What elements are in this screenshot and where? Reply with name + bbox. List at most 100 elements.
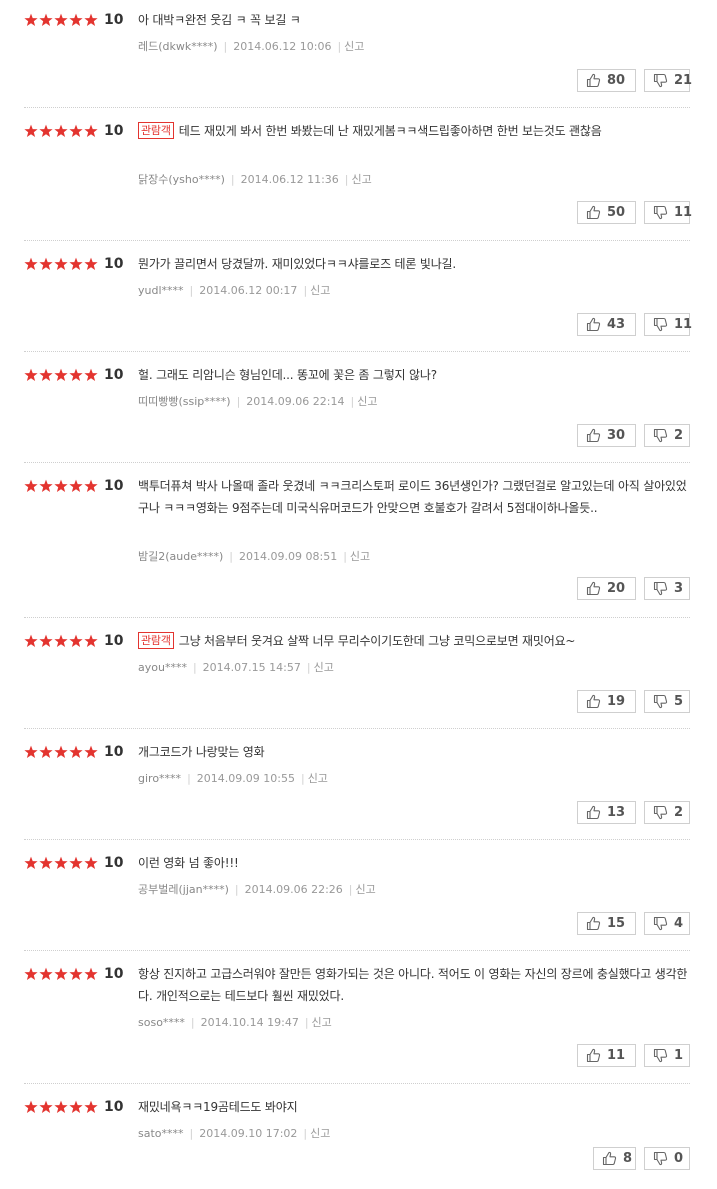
review-item: 10 백투더퓨쳐 박사 나올때 졸라 웃겼네 ㅋㅋ크리스토퍼 로이드 36년생인가… xyxy=(0,478,717,609)
star-icon xyxy=(84,368,98,381)
report-link[interactable]: 신고 xyxy=(344,40,364,53)
meta-separator: | xyxy=(306,661,311,674)
like-button[interactable]: 15 xyxy=(577,912,636,935)
like-button[interactable]: 20 xyxy=(577,577,636,600)
review-author[interactable]: ayou**** xyxy=(138,661,187,674)
review-score: 10 xyxy=(104,744,124,760)
star-icon xyxy=(39,368,53,381)
thumbs-up-icon xyxy=(602,1151,617,1166)
dislike-button[interactable]: 11 xyxy=(644,201,693,224)
like-button[interactable]: 19 xyxy=(577,690,636,713)
review-meta: 닭장수(ysho****) | 2014.06.12 11:36 | 신고 xyxy=(138,173,372,187)
thumbs-up-icon xyxy=(586,694,601,709)
star-icon xyxy=(54,856,68,869)
review-score: 10 xyxy=(104,123,124,139)
review-item: 10 뭔가가 끌리면서 당겼달까. 재미있었다ㅋㅋ샤를로즈 테론 빛나길. yudl… xyxy=(0,256,717,345)
like-count: 13 xyxy=(607,805,626,820)
like-button[interactable]: 30 xyxy=(577,424,636,447)
like-button[interactable]: 43 xyxy=(577,313,636,336)
dislike-button[interactable]: 21 xyxy=(644,69,692,92)
star-icon xyxy=(54,13,68,26)
star-icon xyxy=(39,634,53,647)
star-icon xyxy=(84,634,98,647)
review-score: 10 xyxy=(104,633,124,649)
thumbs-down-icon xyxy=(653,694,668,709)
review-author[interactable]: sato**** xyxy=(138,1127,184,1140)
review-item: 10 관람객 테드 재밌게 봐서 한번 봐봤는데 난 재밌게봄ㅋㅋ색드립좋아하면 한… xyxy=(0,120,717,233)
like-button[interactable]: 13 xyxy=(577,801,636,824)
report-link[interactable]: 신고 xyxy=(312,1016,332,1029)
star-icon xyxy=(54,1100,68,1113)
star-rating xyxy=(24,479,100,495)
dislike-count: 11 xyxy=(674,205,693,220)
meta-separator: | xyxy=(350,395,355,408)
review-text: 헐. 그래도 리암니슨 형님인데... 똥꼬에 꽃은 좀 그렇지 않나? xyxy=(138,364,693,386)
like-button[interactable]: 8 xyxy=(593,1147,636,1170)
dislike-button[interactable]: 2 xyxy=(644,424,690,447)
review-author[interactable]: 공부벌레(jjan****) xyxy=(138,883,229,896)
review-text: 개그코드가 나랑맞는 영화 xyxy=(138,741,693,763)
like-button[interactable]: 50 xyxy=(577,201,636,224)
meta-separator: | xyxy=(190,1016,195,1029)
review-body: 개그코드가 나랑맞는 영화 xyxy=(138,745,265,759)
review-text: 아 대박ㅋ완전 웃김 ㅋ 꼭 보길 ㅋ xyxy=(138,9,693,31)
dislike-count: 11 xyxy=(674,317,693,332)
dislike-button[interactable]: 4 xyxy=(644,912,690,935)
meta-separator: | xyxy=(343,550,347,563)
report-link[interactable]: 신고 xyxy=(352,173,372,186)
report-link[interactable]: 신고 xyxy=(310,284,330,297)
review-author[interactable]: giro**** xyxy=(138,772,181,785)
review-author[interactable]: soso**** xyxy=(138,1016,185,1029)
thumbs-down-icon xyxy=(653,317,668,332)
dislike-button[interactable]: 2 xyxy=(644,801,690,824)
meta-separator: | xyxy=(187,772,191,785)
meta-separator: | xyxy=(300,772,305,785)
report-link[interactable]: 신고 xyxy=(314,661,334,674)
meta-separator: | xyxy=(230,173,235,186)
review-divider xyxy=(24,728,690,729)
review-meta: soso**** | 2014.10.14 19:47 | 신고 xyxy=(138,1016,332,1030)
review-meta: 밤길2(aude****) | 2014.09.09 08:51 | 신고 xyxy=(138,550,370,564)
thumbs-down-icon xyxy=(653,205,668,220)
dislike-button[interactable]: 1 xyxy=(644,1044,690,1067)
report-link[interactable]: 신고 xyxy=(310,1127,330,1140)
review-body: 테드 재밌게 봐서 한번 봐봤는데 난 재밌게봄ㅋㅋ색드립좋아하면 한번 보는것… xyxy=(178,124,602,138)
meta-separator: | xyxy=(192,661,197,674)
review-divider xyxy=(24,617,690,618)
review-author[interactable]: 레드(dkwk****) xyxy=(138,40,218,53)
review-date: 2014.09.09 08:51 xyxy=(239,550,338,563)
review-author[interactable]: 띠띠빵빵(ssip****) xyxy=(138,395,231,408)
star-icon xyxy=(24,745,38,758)
report-link[interactable]: 신고 xyxy=(350,550,370,563)
star-icon xyxy=(54,479,68,492)
star-rating xyxy=(24,257,100,273)
review-text: 관람객 테드 재밌게 봐서 한번 봐봤는데 난 재밌게봄ㅋㅋ색드립좋아하면 한번 … xyxy=(138,120,693,142)
review-date: 2014.09.09 10:55 xyxy=(196,772,295,785)
viewer-badge: 관람객 xyxy=(138,122,174,139)
review-author[interactable]: 닭장수(ysho****) xyxy=(138,173,225,186)
dislike-button[interactable]: 11 xyxy=(644,313,693,336)
star-icon xyxy=(54,124,68,137)
review-date: 2014.09.10 17:02 xyxy=(199,1127,298,1140)
thumbs-down-icon xyxy=(653,805,668,820)
like-button[interactable]: 80 xyxy=(577,69,636,92)
review-divider xyxy=(24,462,690,463)
star-icon xyxy=(39,479,53,492)
review-author[interactable]: yudl**** xyxy=(138,284,184,297)
review-text: 관람객 그냥 처음부터 웃겨요 살짝 너무 무리수이기도한데 그냥 코믹으로보면 … xyxy=(138,630,693,652)
review-item: 10 개그코드가 나랑맞는 영화 giro**** | 2014.09.09 10:55… xyxy=(0,744,717,833)
dislike-button[interactable]: 3 xyxy=(644,577,690,600)
dislike-button[interactable]: 0 xyxy=(644,1147,690,1170)
review-author[interactable]: 밤길2(aude****) xyxy=(138,550,223,563)
star-icon xyxy=(84,967,98,980)
meta-separator: | xyxy=(236,395,241,408)
report-link[interactable]: 신고 xyxy=(356,883,376,896)
dislike-button[interactable]: 5 xyxy=(644,690,690,713)
star-icon xyxy=(24,634,38,647)
star-icon xyxy=(24,1100,38,1113)
like-button[interactable]: 11 xyxy=(577,1044,636,1067)
meta-separator: | xyxy=(189,1127,194,1140)
star-icon xyxy=(24,257,38,270)
report-link[interactable]: 신고 xyxy=(357,395,377,408)
report-link[interactable]: 신고 xyxy=(308,772,328,785)
